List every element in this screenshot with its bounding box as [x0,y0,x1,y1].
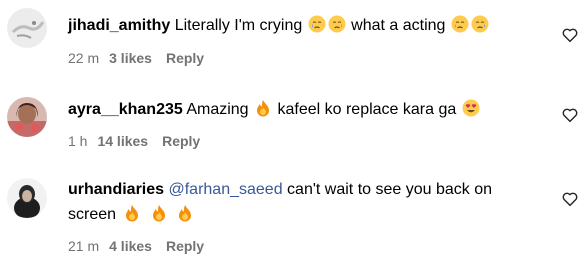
avatar[interactable] [7,178,47,218]
reply-button[interactable]: Reply [166,50,204,66]
comment-timestamp: 22 m [68,50,100,66]
comment-text: screen [68,206,117,223]
fire-icon [123,204,141,222]
avatar[interactable] [7,8,47,48]
comment-body: urhandiaries @farhan_saeed can't wait to… [68,177,492,203]
comment-text: can't wait to see you back on [287,181,492,198]
crying-face-icon [451,15,469,33]
comment-username[interactable]: urhandiaries [68,181,164,198]
comment-likes-count[interactable]: 4 likes [109,238,152,254]
like-heart-icon[interactable] [561,190,579,208]
comment-item: ayra__khan235 Amazing kafeel ko replace … [0,80,584,160]
fire-icon [176,204,194,222]
comment-likes-count[interactable]: 3 likes [109,50,152,66]
comment-meta: 22 m 3 likes Reply [68,49,204,67]
reply-button[interactable]: Reply [166,238,204,254]
crying-face-icon [471,15,489,33]
comment-item: urhandiaries @farhan_saeed can't wait to… [0,160,584,260]
comment-meta: 1 h 14 likes Reply [68,132,200,150]
fire-icon [150,204,168,222]
comment-timestamp: 1 h [68,133,88,149]
comment-username[interactable]: jihadi_amithy [68,17,170,34]
like-heart-icon[interactable] [561,26,579,44]
crying-face-icon [308,15,326,33]
comment-text: what a acting [351,17,446,34]
comment-username[interactable]: ayra__khan235 [68,101,183,118]
comment-likes-count[interactable]: 14 likes [97,133,148,149]
fire-icon [254,99,272,117]
comment-text: kafeel ko replace kara ga [277,101,457,118]
comment-text: Literally I'm crying [174,17,303,34]
comment-timestamp: 21 m [68,238,100,254]
comment-meta: 21 m 4 likes Reply [68,237,204,255]
comment-text: Amazing [186,101,249,118]
reply-button[interactable]: Reply [162,133,200,149]
heart-eyes-face-icon [462,99,480,117]
like-heart-icon[interactable] [561,106,579,124]
comment-body: jihadi_amithy Literally I'm crying what … [68,13,490,39]
comment-body: ayra__khan235 Amazing kafeel ko replace … [68,97,481,123]
comment-body-line-2: screen [68,202,195,228]
avatar[interactable] [7,97,47,137]
crying-face-icon [328,15,346,33]
comment-mention-link[interactable]: @farhan_saeed [168,181,282,198]
comment-item: jihadi_amithy Literally I'm crying what … [0,0,584,80]
